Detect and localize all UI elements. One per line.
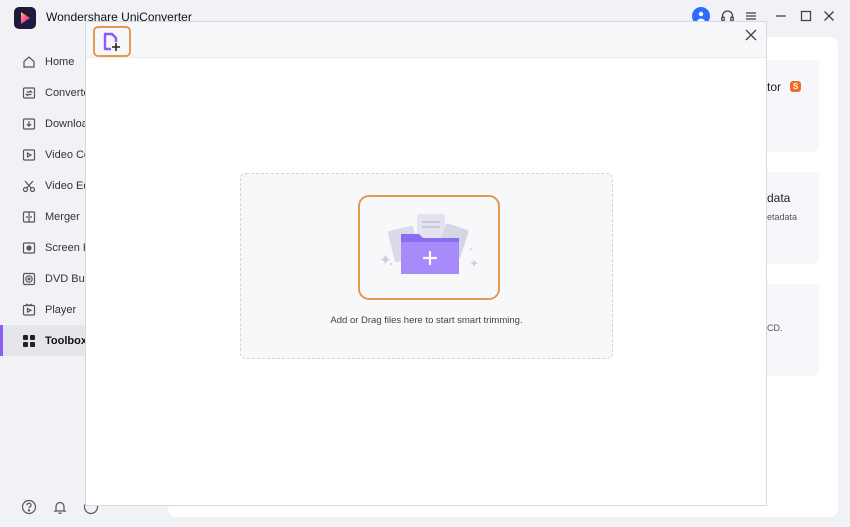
tool-card-description: etadata <box>767 212 798 222</box>
sidebar-item-dvd-burner[interactable]: DVD Burner <box>0 263 86 294</box>
tool-card[interactable]: CD. <box>767 284 819 376</box>
notification-icon[interactable] <box>51 498 69 516</box>
tool-card[interactable]: data etadata <box>767 172 819 264</box>
play-icon <box>21 302 37 318</box>
disc-icon <box>21 271 37 287</box>
drop-zone[interactable]: Add or Drag files here to start smart tr… <box>240 173 613 359</box>
sidebar-item-label: Screen Recorder <box>45 241 86 254</box>
tool-card-title: tor <box>767 80 782 94</box>
sidebar-item-video-compressor[interactable]: Video Compressor <box>0 139 86 170</box>
app-logo <box>14 7 36 29</box>
help-icon[interactable] <box>20 498 38 516</box>
tool-card-description: CD. <box>767 323 783 333</box>
sidebar-item-label: Downloader <box>45 117 86 130</box>
sidebar-item-player[interactable]: Player <box>0 294 86 325</box>
window-close-icon[interactable] <box>820 7 838 25</box>
sidebar: Home Converter Downloader Video Compress… <box>0 46 86 516</box>
grid-icon <box>21 333 37 349</box>
sidebar-item-toolbox[interactable]: Toolbox <box>0 325 86 356</box>
sidebar-item-home[interactable]: Home <box>0 46 86 77</box>
add-file-icon <box>103 32 121 52</box>
folder-add-icon <box>381 213 478 274</box>
download-icon <box>21 116 37 132</box>
drop-hint-text: Add or Drag files here to start smart tr… <box>330 315 523 326</box>
sidebar-item-label: Player <box>45 303 77 316</box>
screen-record-icon <box>21 240 37 256</box>
sidebar-item-label: Video Compressor <box>45 148 86 161</box>
scissors-icon <box>21 178 37 194</box>
converter-icon <box>21 85 37 101</box>
close-button[interactable] <box>742 26 760 44</box>
sidebar-item-converter[interactable]: Converter <box>0 77 86 108</box>
maximize-icon[interactable] <box>797 7 815 25</box>
sidebar-item-label: Home <box>45 55 75 68</box>
merge-icon <box>21 209 37 225</box>
tool-card-title: data <box>767 191 791 205</box>
sidebar-item-label: Converter <box>45 86 86 99</box>
sidebar-item-merger[interactable]: Merger <box>0 201 86 232</box>
smart-trimmer-dialog: Add or Drag files here to start smart tr… <box>85 21 767 506</box>
minimize-icon[interactable] <box>772 7 790 25</box>
sidebar-item-label: DVD Burner <box>45 272 86 285</box>
status-badge: S <box>790 81 801 92</box>
sidebar-item-label: Video Editor <box>45 179 86 192</box>
tool-card[interactable]: tor <box>767 60 819 152</box>
video-compress-icon <box>21 147 37 163</box>
dialog-header <box>86 22 766 58</box>
sidebar-item-label: Merger <box>45 210 80 223</box>
add-file-button[interactable] <box>93 26 131 57</box>
add-files-target[interactable] <box>358 195 500 300</box>
close-icon <box>745 29 757 41</box>
sidebar-item-screen-recorder[interactable]: Screen Recorder <box>0 232 86 263</box>
sidebar-item-downloader[interactable]: Downloader <box>0 108 86 139</box>
sidebar-item-label: Toolbox <box>45 334 86 347</box>
home-icon <box>21 54 37 70</box>
sidebar-item-video-editor[interactable]: Video Editor <box>0 170 86 201</box>
